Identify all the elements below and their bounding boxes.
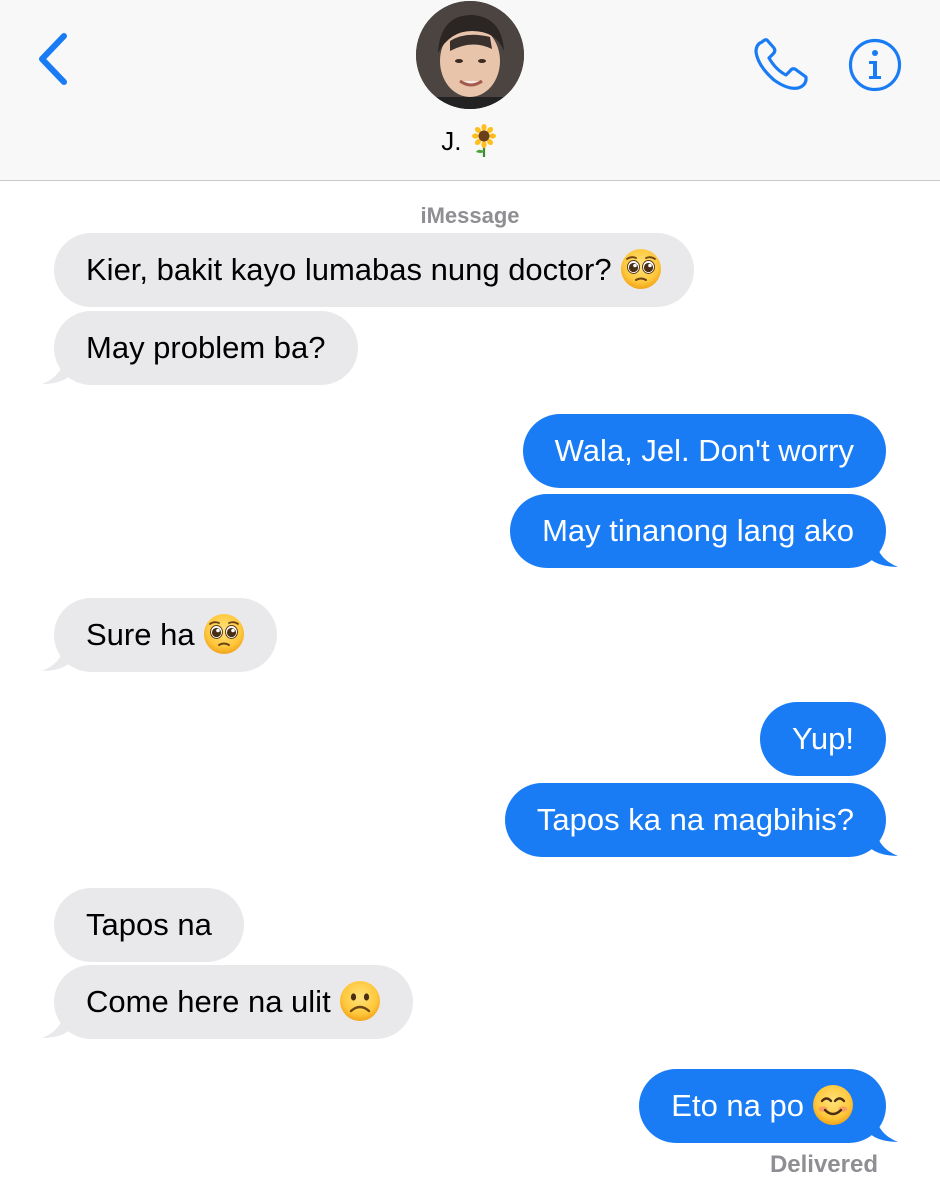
message-bubble-outgoing[interactable]: Wala, Jel. Don't worry <box>522 414 886 488</box>
message-text: Sure ha <box>86 617 195 652</box>
message-text: Kier, bakit kayo lumabas nung doctor? <box>86 252 612 287</box>
avatar[interactable] <box>416 1 524 109</box>
pleading-face-icon <box>203 613 245 655</box>
phone-button[interactable] <box>752 36 810 92</box>
message-text: Tapos ka na magbihis? <box>536 802 854 837</box>
message-bubble-outgoing[interactable]: Eto na po <box>639 1069 886 1143</box>
bubble-tail <box>42 1012 70 1038</box>
chevron-left-icon <box>39 33 67 85</box>
bubble-tail <box>42 645 70 671</box>
pleading-face-icon <box>620 248 662 290</box>
message-text: May problem ba? <box>86 330 326 365</box>
message-bubble-incoming[interactable]: Tapos na <box>54 888 244 962</box>
message-bubble-incoming[interactable]: Kier, bakit kayo lumabas nung doctor? <box>54 233 694 307</box>
message-bubble-incoming[interactable]: May problem ba? <box>54 311 358 385</box>
conversation-screen: J. iMessage Kier, bakit kayo lumabas nun… <box>0 0 940 1200</box>
bubble-tail <box>42 358 70 384</box>
smiling-face-icon <box>812 1084 854 1126</box>
message-text: Tapos na <box>86 907 212 942</box>
message-bubble-outgoing[interactable]: Yup! <box>759 702 886 776</box>
message-text: Eto na po <box>671 1088 804 1123</box>
back-button[interactable] <box>30 30 80 90</box>
user-avatar <box>416 1 524 109</box>
message-text: Come here na ulit <box>86 984 331 1019</box>
message-bubble-outgoing[interactable]: Tapos ka na magbihis? <box>504 783 886 857</box>
bubble-tail <box>870 1116 898 1142</box>
frowning-face-icon <box>339 980 381 1022</box>
service-label: iMessage <box>420 203 520 228</box>
message-text: Wala, Jel. Don't worry <box>554 433 854 468</box>
bubble-tail <box>870 541 898 567</box>
message-bubble-outgoing[interactable]: May tinanong lang ako <box>510 494 886 568</box>
message-text: May tinanong lang ako <box>542 513 854 548</box>
info-icon <box>848 38 902 92</box>
info-button[interactable] <box>848 38 902 92</box>
message-bubble-incoming[interactable]: Come here na ulit <box>54 965 413 1039</box>
message-text: Yup! <box>791 721 854 756</box>
contact-name-row[interactable]: J. <box>0 124 940 158</box>
bubble-tail <box>870 830 898 856</box>
phone-icon <box>754 38 808 90</box>
conversation-header: J. <box>0 0 940 181</box>
delivery-status: Delivered <box>769 1151 878 1178</box>
sunflower-icon <box>471 124 496 157</box>
message-bubble-incoming[interactable]: Sure ha <box>54 598 277 672</box>
contact-name: J. <box>441 126 462 156</box>
